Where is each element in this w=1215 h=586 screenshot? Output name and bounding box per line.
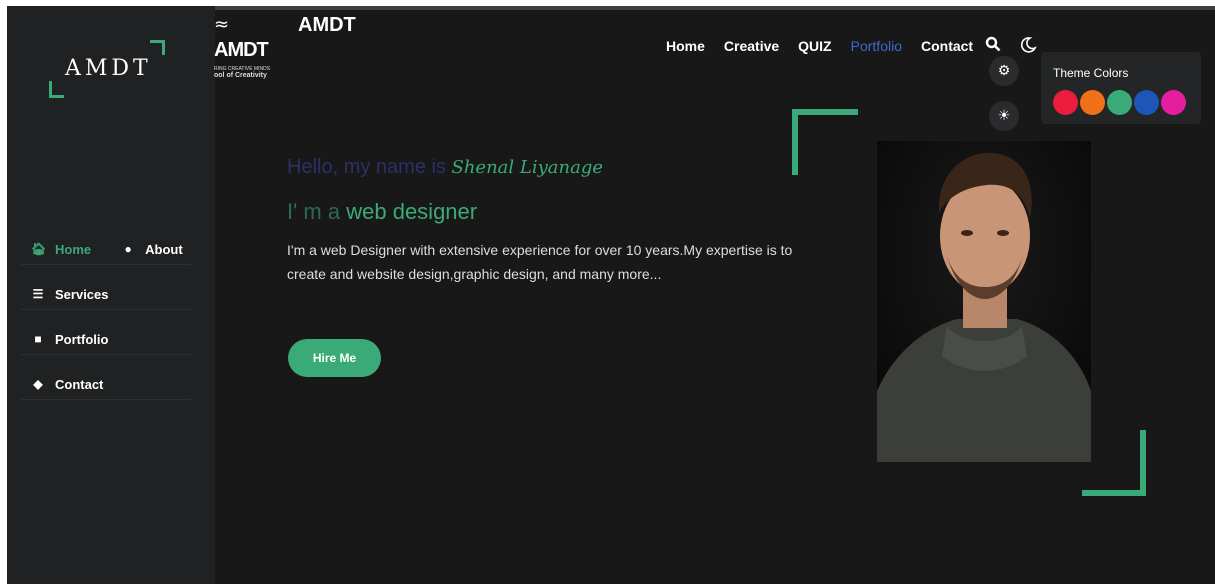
sidebar-row: ☰ Services — [21, 279, 191, 310]
photo-corner-top-left — [792, 109, 858, 175]
sidebar: AMDT 🏠︎ Home ● About ☰ Services ■ Portfo… — [7, 6, 215, 584]
hero-greeting: Hello, my name is Shenal Liyanage — [287, 156, 603, 179]
theme-color-red[interactable] — [1053, 90, 1078, 115]
nav-creative[interactable]: Creative — [724, 38, 779, 54]
sidebar-logo[interactable]: AMDT — [49, 40, 165, 98]
brand-school: ool of Creativity — [214, 72, 267, 79]
logo-bracket-top-right — [150, 40, 165, 55]
sidebar-item-label: Services — [55, 286, 109, 302]
search-icon[interactable] — [985, 36, 1001, 56]
hero-role-title: web designer — [346, 199, 478, 224]
logo-text: AMDT — [65, 56, 152, 81]
sidebar-item-label: Portfolio — [55, 331, 109, 347]
sidebar-item-portfolio[interactable]: ■ Portfolio — [21, 332, 108, 347]
gear-icon: ⚙︎ — [997, 63, 1011, 79]
sidebar-row: ■ Portfolio — [21, 324, 191, 355]
nav-portfolio[interactable]: Portfolio — [851, 38, 902, 54]
sidebar-item-about[interactable]: ● About — [111, 242, 183, 257]
theme-color-list — [1053, 90, 1186, 115]
sidebar-row: 🏠︎ Home ● About — [21, 234, 191, 265]
nav-home[interactable]: Home — [666, 38, 705, 54]
hire-me-button[interactable]: Hire Me — [288, 339, 381, 377]
list-icon: ☰ — [32, 287, 44, 301]
sidebar-item-label: Home — [55, 241, 92, 257]
hero-role: I' m a web designer — [287, 199, 477, 225]
nav-quiz[interactable]: QUIZ — [798, 38, 831, 54]
sidebar-item-home[interactable]: 🏠︎ Home — [21, 242, 91, 257]
briefcase-icon: ■ — [34, 332, 42, 346]
sidebar-item-services[interactable]: ☰ Services — [21, 287, 109, 302]
brand-title: AMDT — [298, 14, 356, 36]
sidebar-nav: 🏠︎ Home ● About ☰ Services ■ Portfolio ◆… — [21, 234, 191, 414]
brand-logo[interactable]: ≈ AMDT RING CREATIVE MINDS ool of Creati… — [214, 14, 284, 80]
profile-photo — [877, 141, 1091, 462]
hero-name: Shenal Liyanage — [451, 157, 604, 178]
hero-role-prefix: I' m a — [287, 199, 341, 224]
photo-corner-bottom-right — [1082, 430, 1146, 496]
sidebar-item-contact[interactable]: ◆ Contact — [21, 377, 103, 392]
app-window: AMDT 🏠︎ Home ● About ☰ Services ■ Portfo… — [7, 6, 1215, 584]
settings-button[interactable]: ⚙︎ — [989, 56, 1019, 86]
user-icon: ● — [124, 242, 132, 256]
top-nav: Home Creative QUIZ Portfolio Contact — [666, 38, 973, 54]
theme-color-blue[interactable] — [1134, 90, 1159, 115]
brand-swirl-icon: ≈ — [214, 14, 230, 35]
theme-colors-panel: Theme Colors — [1041, 52, 1201, 124]
brand-mark-text: AMDT — [214, 39, 269, 61]
style-switcher-button[interactable]: ☀︎ — [989, 101, 1019, 131]
theme-color-pink[interactable] — [1161, 90, 1186, 115]
hero-description: I'm a web Designer with extensive experi… — [287, 242, 793, 282]
comments-icon: ◆ — [33, 377, 43, 391]
moon-icon[interactable] — [1019, 36, 1037, 58]
sidebar-row: ◆ Contact — [21, 369, 191, 400]
theme-color-green[interactable] — [1107, 90, 1132, 115]
sidebar-item-label: About — [145, 241, 183, 257]
sun-icon: ☀︎ — [997, 108, 1011, 124]
theme-colors-title: Theme Colors — [1053, 66, 1129, 80]
logo-bracket-bottom-left — [49, 81, 64, 98]
theme-color-orange[interactable] — [1080, 90, 1105, 115]
nav-contact[interactable]: Contact — [921, 38, 973, 54]
sidebar-item-label: Contact — [55, 376, 104, 392]
home-icon: 🏠︎ — [31, 242, 47, 256]
hero-greeting-prefix: Hello, my name is — [287, 156, 446, 178]
